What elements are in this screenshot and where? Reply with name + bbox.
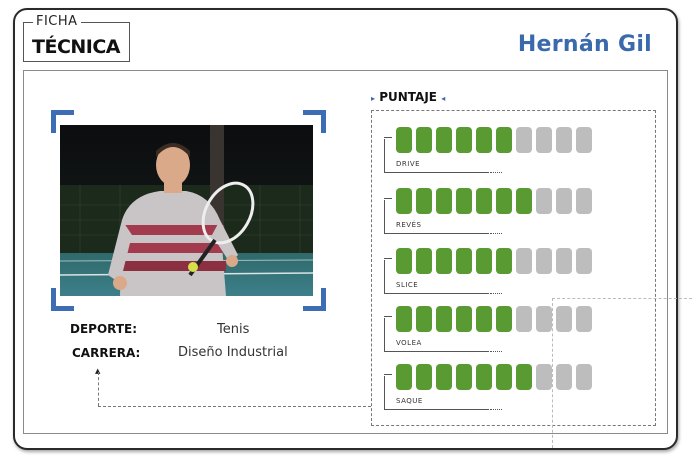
player-photo xyxy=(60,125,313,296)
skill-label: REVÉS xyxy=(396,221,422,229)
skill-row-revés: REVÉS xyxy=(384,188,594,238)
skill-row-slice: SLICE xyxy=(384,248,594,298)
skill-meter xyxy=(396,306,592,332)
skill-cell-empty xyxy=(536,188,552,214)
skill-cell-filled xyxy=(516,364,532,390)
skill-label: DRIVE xyxy=(396,160,421,168)
puntaje-title: PUNTAJE xyxy=(379,90,437,104)
arrow-left-icon: ◂ xyxy=(441,94,446,103)
skill-label: VOLEA xyxy=(396,339,422,347)
skill-cell-filled xyxy=(496,127,512,153)
skill-cell-empty xyxy=(536,306,552,332)
skill-cell-filled xyxy=(396,364,412,390)
player-name: Hernán Gil xyxy=(517,32,652,57)
skill-cell-empty xyxy=(536,248,552,274)
skill-cell-filled xyxy=(396,306,412,332)
skill-cell-filled xyxy=(396,248,412,274)
skill-meter xyxy=(396,364,592,390)
skill-cell-filled xyxy=(436,188,452,214)
carrera-label: CARRERA: xyxy=(72,346,141,360)
skill-dotted-line xyxy=(490,233,502,234)
skill-row-volea: VOLEA xyxy=(384,306,594,356)
skill-dotted-line xyxy=(490,409,502,410)
skill-cell-filled xyxy=(496,188,512,214)
skill-cell-filled xyxy=(396,127,412,153)
skill-cell-filled xyxy=(456,188,472,214)
skill-label: SAQUE xyxy=(396,397,423,405)
skill-bracket-tip xyxy=(384,316,392,317)
skill-cell-filled xyxy=(436,127,452,153)
skill-row-saque: SAQUE xyxy=(384,364,594,414)
skill-meter xyxy=(396,248,592,274)
skill-cell-filled xyxy=(416,306,432,332)
skill-cell-filled xyxy=(456,248,472,274)
skill-cell-empty xyxy=(556,127,572,153)
skill-label: SLICE xyxy=(396,281,419,289)
connector-line-horizontal xyxy=(98,406,371,407)
skill-cell-filled xyxy=(436,248,452,274)
carrera-value: Diseño Industrial xyxy=(178,345,288,360)
skill-cell-filled xyxy=(416,188,432,214)
skill-meter xyxy=(396,188,592,214)
skill-cell-filled xyxy=(416,248,432,274)
deporte-value: Tenis xyxy=(217,322,250,337)
skill-meter xyxy=(396,127,592,153)
arrow-right-icon: ▸ xyxy=(371,94,376,103)
skill-cell-empty xyxy=(556,188,572,214)
skill-cell-filled xyxy=(436,306,452,332)
skill-cell-filled xyxy=(496,306,512,332)
skill-cell-empty xyxy=(556,364,572,390)
skill-bracket-tip xyxy=(384,198,392,199)
skill-cell-empty xyxy=(576,248,592,274)
skill-cell-empty xyxy=(556,306,572,332)
skill-cell-empty xyxy=(576,364,592,390)
puntaje-heading: ▸ PUNTAJE ◂ xyxy=(371,90,445,104)
skill-cell-filled xyxy=(416,364,432,390)
skill-cell-filled xyxy=(456,364,472,390)
connector-line-vertical xyxy=(98,372,99,406)
skill-cell-filled xyxy=(456,306,472,332)
skill-cell-empty xyxy=(576,306,592,332)
skill-cell-filled xyxy=(496,248,512,274)
skill-bracket-tip xyxy=(384,137,392,138)
skill-cell-filled xyxy=(436,364,452,390)
skill-cell-filled xyxy=(476,364,492,390)
skill-cell-empty xyxy=(556,248,572,274)
skill-cell-filled xyxy=(476,248,492,274)
player-photo-illustration xyxy=(60,125,313,296)
skill-bracket-tip xyxy=(384,258,392,259)
skill-dotted-line xyxy=(490,172,502,173)
skill-cell-empty xyxy=(576,127,592,153)
ficha-label: FICHA xyxy=(33,14,81,29)
skill-cell-empty xyxy=(536,127,552,153)
skill-cell-empty xyxy=(536,364,552,390)
skill-cell-filled xyxy=(416,127,432,153)
skill-cell-empty xyxy=(516,248,532,274)
skill-cell-empty xyxy=(516,306,532,332)
skill-cell-filled xyxy=(516,188,532,214)
skill-cell-filled xyxy=(456,127,472,153)
skill-row-drive: DRIVE xyxy=(384,127,594,177)
skill-cell-filled xyxy=(476,188,492,214)
skill-cell-filled xyxy=(476,306,492,332)
skill-bracket-tip xyxy=(384,374,392,375)
skill-cell-filled xyxy=(396,188,412,214)
skill-cell-empty xyxy=(576,188,592,214)
skill-cell-empty xyxy=(516,127,532,153)
skill-dotted-line xyxy=(490,293,502,294)
tecnica-label: TÉCNICA xyxy=(32,36,121,58)
skill-cell-filled xyxy=(496,364,512,390)
skill-cell-filled xyxy=(476,127,492,153)
skill-dotted-line xyxy=(490,351,502,352)
deporte-label: DEPORTE: xyxy=(70,322,138,336)
